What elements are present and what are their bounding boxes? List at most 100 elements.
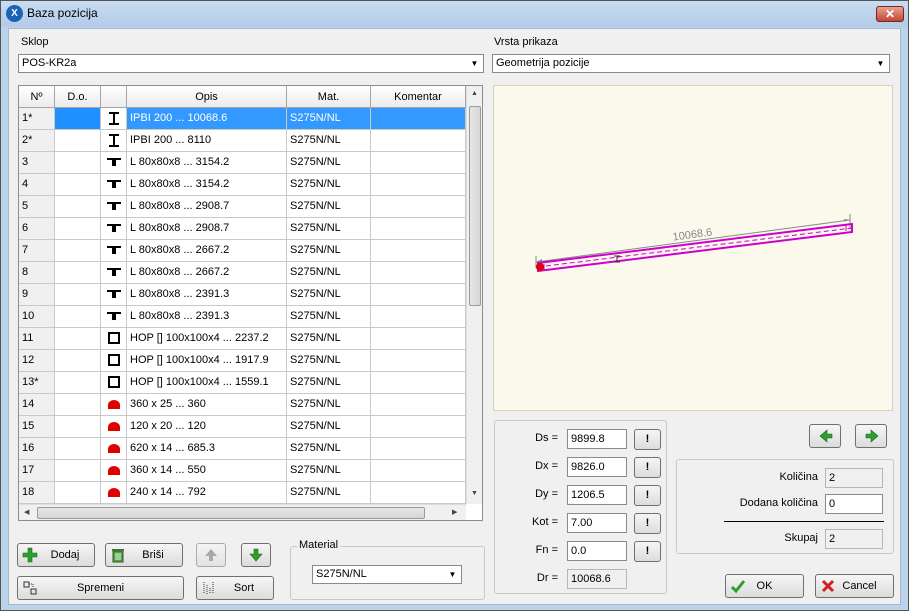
do-cell[interactable] (55, 482, 101, 504)
do-cell[interactable] (55, 416, 101, 438)
vrsta-prikaza-select[interactable]: Geometrija pozicije ▼ (492, 54, 890, 73)
material-cell[interactable]: S275N/NL (287, 394, 371, 416)
komentar-cell[interactable] (371, 284, 466, 306)
dx-input[interactable]: 9826.0 (567, 457, 627, 477)
material-cell[interactable]: S275N/NL (287, 262, 371, 284)
next-button[interactable] (855, 424, 887, 448)
ds-input[interactable]: 9899.8 (567, 429, 627, 449)
table-row[interactable]: 13* HOP [] 100x100x4 ... 1559.1 S275N/NL (19, 372, 466, 394)
komentar-cell[interactable] (371, 152, 466, 174)
row-number-cell[interactable]: 18 (19, 482, 55, 504)
row-number-cell[interactable]: 15 (19, 416, 55, 438)
opis-cell[interactable]: HOP [] 100x100x4 ... 1917.9 (127, 350, 287, 372)
column-header[interactable]: Komentar (371, 86, 466, 108)
komentar-cell[interactable] (371, 108, 466, 130)
row-number-cell[interactable]: 4 (19, 174, 55, 196)
table-row[interactable]: 15 120 x 20 ... 120 S275N/NL (19, 416, 466, 438)
komentar-cell[interactable] (371, 438, 466, 460)
material-cell[interactable]: S275N/NL (287, 108, 371, 130)
chevron-down-icon[interactable]: ▼ (446, 568, 459, 581)
opis-cell[interactable]: IPBI 200 ... 8110 (127, 130, 287, 152)
dodaj-button[interactable]: Dodaj (17, 543, 95, 567)
material-cell[interactable]: S275N/NL (287, 438, 371, 460)
material-cell[interactable]: S275N/NL (287, 372, 371, 394)
table-row[interactable]: 1* IPBI 200 ... 10068.6 S275N/NL (19, 108, 466, 130)
do-cell[interactable] (55, 306, 101, 328)
table-row[interactable]: 12 HOP [] 100x100x4 ... 1917.9 S275N/NL (19, 350, 466, 372)
sort-button[interactable]: Sort (196, 576, 274, 600)
previous-button[interactable] (809, 424, 841, 448)
do-cell[interactable] (55, 438, 101, 460)
profile-icon-cell[interactable] (101, 174, 127, 196)
komentar-cell[interactable] (371, 350, 466, 372)
column-header[interactable]: D.o. (55, 86, 101, 108)
profile-icon-cell[interactable] (101, 306, 127, 328)
table-row[interactable]: 6 L 80x80x8 ... 2908.7 S275N/NL (19, 218, 466, 240)
opis-cell[interactable]: L 80x80x8 ... 2908.7 (127, 218, 287, 240)
scroll-right-icon[interactable]: ▶ (452, 508, 457, 516)
row-number-cell[interactable]: 17 (19, 460, 55, 482)
row-number-cell[interactable]: 1* (19, 108, 55, 130)
fn-input[interactable]: 0.0 (567, 541, 627, 561)
material-cell[interactable]: S275N/NL (287, 306, 371, 328)
opis-cell[interactable]: L 80x80x8 ... 2667.2 (127, 240, 287, 262)
opis-cell[interactable]: HOP [] 100x100x4 ... 2237.2 (127, 328, 287, 350)
row-number-cell[interactable]: 14 (19, 394, 55, 416)
opis-cell[interactable]: 620 x 14 ... 685.3 (127, 438, 287, 460)
table-row[interactable]: 4 L 80x80x8 ... 3154.2 S275N/NL (19, 174, 466, 196)
row-number-cell[interactable]: 6 (19, 218, 55, 240)
row-number-cell[interactable]: 10 (19, 306, 55, 328)
column-header[interactable]: Nº (19, 86, 55, 108)
kot-apply-button[interactable]: ! (634, 513, 661, 534)
material-cell[interactable]: S275N/NL (287, 284, 371, 306)
row-number-cell[interactable]: 12 (19, 350, 55, 372)
material-cell[interactable]: S275N/NL (287, 328, 371, 350)
table-row[interactable]: 2* IPBI 200 ... 8110 S275N/NL (19, 130, 466, 152)
dy-apply-button[interactable]: ! (634, 485, 661, 506)
komentar-cell[interactable] (371, 262, 466, 284)
table-row[interactable]: 9 L 80x80x8 ... 2391.3 S275N/NL (19, 284, 466, 306)
opis-cell[interactable]: 360 x 14 ... 550 (127, 460, 287, 482)
cancel-button[interactable]: Cancel (815, 574, 894, 598)
move-down-button[interactable] (241, 543, 271, 567)
do-cell[interactable] (55, 196, 101, 218)
scroll-left-icon[interactable]: ◀ (24, 508, 29, 516)
row-number-cell[interactable]: 3 (19, 152, 55, 174)
komentar-cell[interactable] (371, 394, 466, 416)
scroll-down-icon[interactable]: ▼ (471, 490, 478, 497)
row-number-cell[interactable]: 5 (19, 196, 55, 218)
profile-icon-cell[interactable] (101, 438, 127, 460)
do-cell[interactable] (55, 218, 101, 240)
komentar-cell[interactable] (371, 372, 466, 394)
komentar-cell[interactable] (371, 218, 466, 240)
komentar-cell[interactable] (371, 174, 466, 196)
sklop-select[interactable]: POS-KR2a ▼ (18, 54, 484, 73)
material-cell[interactable]: S275N/NL (287, 130, 371, 152)
row-number-cell[interactable]: 7 (19, 240, 55, 262)
profile-icon-cell[interactable] (101, 130, 127, 152)
material-cell[interactable]: S275N/NL (287, 460, 371, 482)
table-row[interactable]: 18 240 x 14 ... 792 S275N/NL (19, 482, 466, 504)
material-cell[interactable]: S275N/NL (287, 218, 371, 240)
profile-icon-cell[interactable] (101, 240, 127, 262)
profile-icon-cell[interactable] (101, 350, 127, 372)
do-cell[interactable] (55, 174, 101, 196)
close-button[interactable]: ✕ (876, 6, 904, 22)
do-cell[interactable] (55, 350, 101, 372)
dy-input[interactable]: 1206.5 (567, 485, 627, 505)
table-row[interactable]: 7 L 80x80x8 ... 2667.2 S275N/NL (19, 240, 466, 262)
opis-cell[interactable]: L 80x80x8 ... 3154.2 (127, 174, 287, 196)
opis-cell[interactable]: 120 x 20 ... 120 (127, 416, 287, 438)
do-cell[interactable] (55, 394, 101, 416)
vertical-scrollbar[interactable]: ▲ ▼ (466, 86, 482, 504)
do-cell[interactable] (55, 284, 101, 306)
komentar-cell[interactable] (371, 482, 466, 504)
row-number-cell[interactable]: 9 (19, 284, 55, 306)
horizontal-scroll-thumb[interactable] (37, 507, 425, 519)
profile-icon-cell[interactable] (101, 372, 127, 394)
material-cell[interactable]: S275N/NL (287, 416, 371, 438)
spremeni-button[interactable]: Spremeni (17, 576, 184, 600)
komentar-cell[interactable] (371, 328, 466, 350)
profile-icon-cell[interactable] (101, 460, 127, 482)
profile-icon-cell[interactable] (101, 284, 127, 306)
